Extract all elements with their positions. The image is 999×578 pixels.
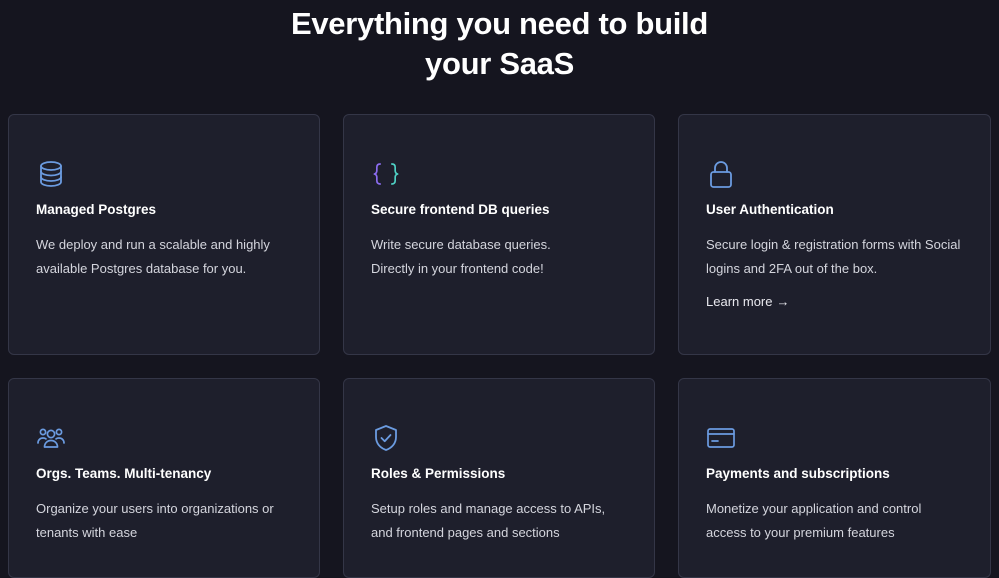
- feature-title: Roles & Permissions: [371, 466, 506, 481]
- feature-description: Setup roles and manage access to APIs, a…: [371, 501, 606, 540]
- heading-line-1: Everything you need to build: [290, 6, 709, 41]
- feature-card-secure-frontend-db-queries: Secure frontend DB queries Write secure …: [343, 114, 655, 355]
- feature-card-roles-permissions: Roles & Permissions Setup roles and mana…: [343, 378, 655, 578]
- code-braces-icon: [371, 159, 401, 189]
- feature-description: Secure login & registration forms with S…: [706, 237, 961, 276]
- feature-description: Monetize your application and control ac…: [706, 501, 922, 540]
- feature-card-user-authentication: User Authentication Secure login & regis…: [678, 114, 991, 355]
- database-icon: [36, 159, 66, 189]
- feature-description: Organize your users into organizations o…: [36, 501, 274, 540]
- users-group-icon: [36, 423, 66, 453]
- feature-title: Managed Postgres: [36, 202, 157, 217]
- feature-card-managed-postgres: Managed Postgres We deploy and run a sca…: [8, 114, 320, 355]
- feature-description: We deploy and run a scalable and highly …: [36, 237, 270, 276]
- feature-title: Orgs. Teams. Multi-tenancy: [36, 466, 212, 481]
- section-heading: Everything you need to build your SaaS: [0, 4, 999, 84]
- feature-title: Payments and subscriptions: [706, 466, 890, 481]
- heading-line-2: your SaaS: [425, 46, 574, 81]
- feature-title: User Authentication: [706, 202, 834, 217]
- feature-card-orgs-teams: Orgs. Teams. Multi-tenancy Organize your…: [8, 378, 320, 578]
- feature-card-payments-subscriptions: Payments and subscriptions Monetize your…: [678, 378, 991, 578]
- learn-more-link[interactable]: Learn more →: [706, 294, 789, 309]
- learn-more-label: Learn more: [706, 294, 773, 309]
- arrow-right-icon: →: [776, 294, 790, 309]
- shield-check-icon: [371, 423, 401, 453]
- feature-title: Secure frontend DB queries: [371, 202, 550, 217]
- feature-description: Write secure database queries. Directly …: [371, 237, 551, 276]
- lock-icon: [706, 159, 736, 189]
- credit-card-icon: [706, 423, 736, 453]
